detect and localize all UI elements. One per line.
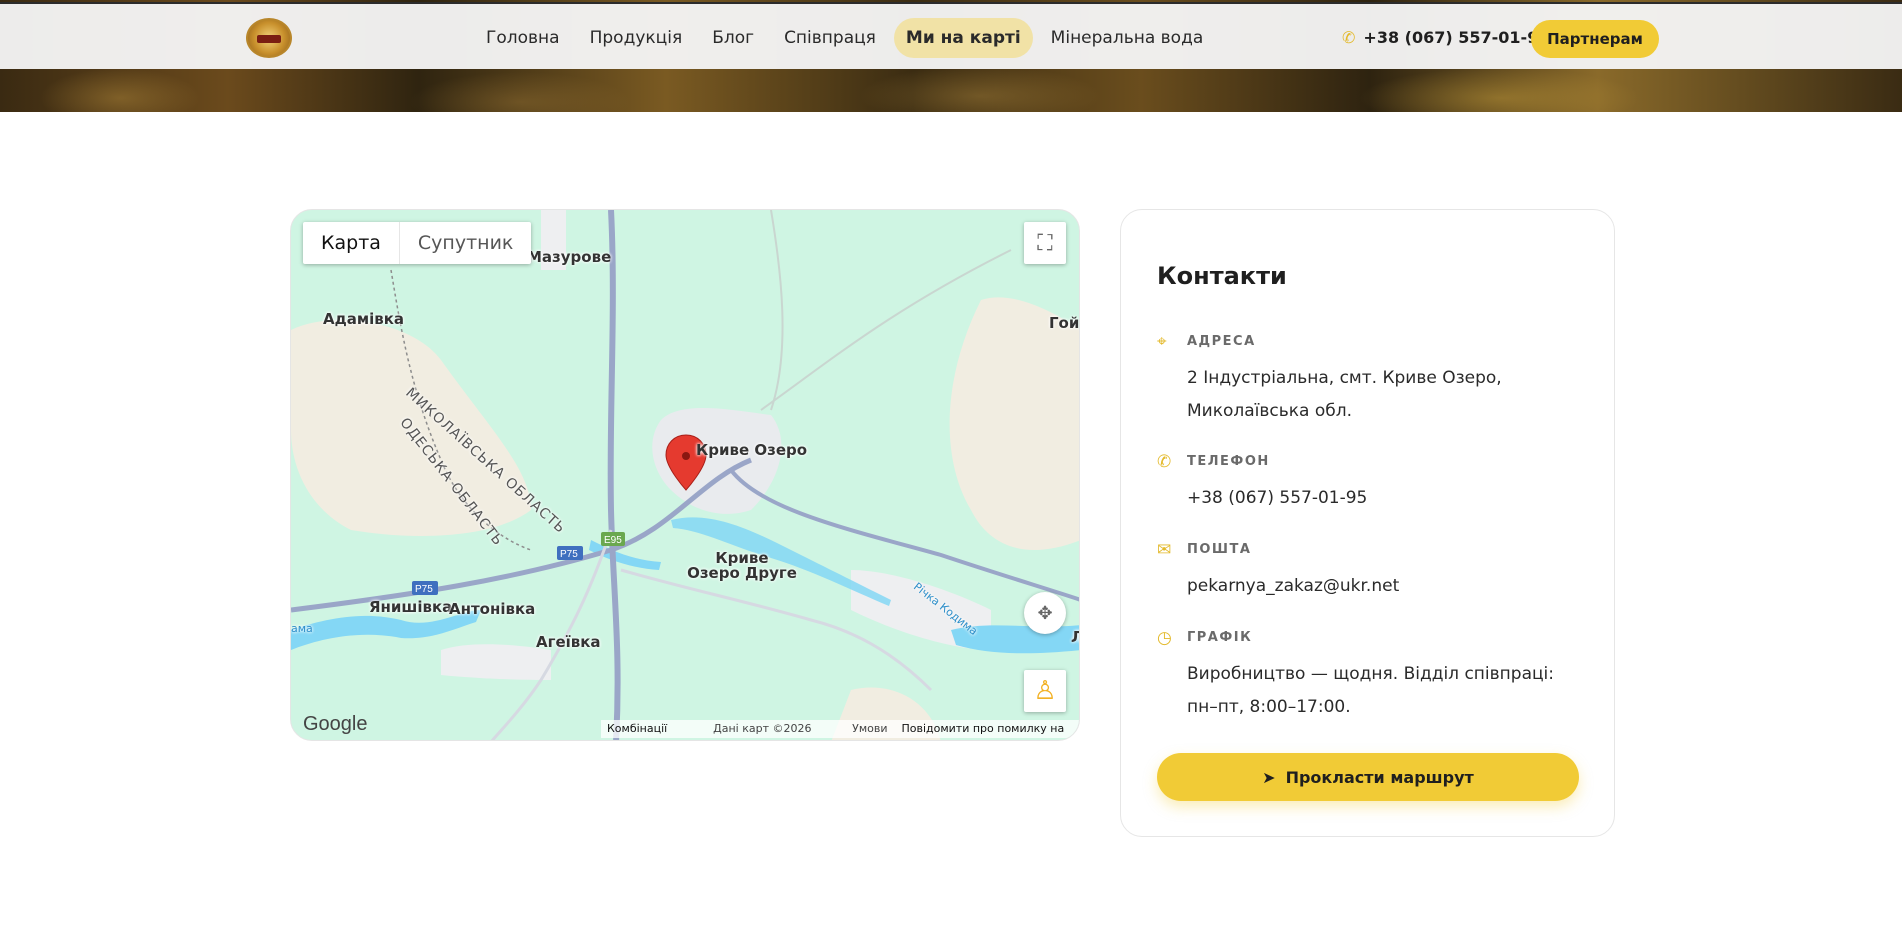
map-label-mazurove: Мазурове bbox=[527, 248, 612, 266]
header-phone-number: +38 (067) 557-01-95 bbox=[1363, 28, 1550, 47]
build-route-button[interactable]: ➤ Прокласти маршрут bbox=[1157, 753, 1579, 801]
map-data-text: Дані карт ©2026 Google bbox=[713, 722, 812, 735]
phone-icon: ✆ bbox=[1342, 28, 1356, 47]
map-label-l: Л bbox=[1071, 628, 1079, 646]
nav-home[interactable]: Головна bbox=[474, 18, 572, 58]
map-type-satellite-button[interactable]: Супутник bbox=[398, 222, 532, 264]
location-pin-icon: ⌖ bbox=[1157, 332, 1167, 352]
navigation-arrow-icon: ➤ bbox=[1262, 767, 1276, 787]
map-canvas: E95 P75 P75 bbox=[291, 210, 1079, 740]
logo[interactable] bbox=[246, 18, 292, 58]
map-label-yanyshivka: Янишівка bbox=[369, 598, 453, 616]
map-label-kryve-ozero-druhe: Криве Озеро Друге bbox=[687, 549, 797, 582]
map-label-kryve-ozero: Криве Озеро bbox=[696, 441, 808, 459]
main-nav: Головна Продукція Блог Співпраця Ми на к… bbox=[474, 18, 1215, 58]
fullscreen-button[interactable]: ⛶ bbox=[1024, 222, 1066, 264]
clock-icon: ◷ bbox=[1157, 628, 1172, 648]
site-header: Головна Продукція Блог Співпраця Ми на к… bbox=[0, 2, 1902, 69]
map-label-aheivka: Агеївка bbox=[536, 633, 601, 651]
map-type-control: Карта Супутник bbox=[303, 222, 532, 264]
map-label-adamivka: Адамівка bbox=[323, 310, 405, 328]
terms-link[interactable]: Умови bbox=[852, 720, 887, 738]
street-view-pegman[interactable]: ♙ bbox=[1024, 670, 1066, 712]
map-label-antonivka: Антонівка bbox=[449, 600, 536, 618]
nav-mineral-water[interactable]: Мінеральна вода bbox=[1039, 18, 1216, 58]
schedule-title: ГРАФІК bbox=[1187, 630, 1253, 645]
contacts-title: Контакти bbox=[1157, 262, 1287, 290]
header-phone[interactable]: ✆ +38 (067) 557-01-95 bbox=[1342, 28, 1549, 47]
nav-cooperation[interactable]: Співпраця bbox=[772, 18, 888, 58]
map-attribution: Комбінації клавіш Дані карт ©2026 Google… bbox=[601, 720, 1079, 738]
report-error-link[interactable]: Повідомити про помилку на карт bbox=[901, 720, 1073, 738]
address-value: 2 Індустріальна, смт. Криве Озеро, Микол… bbox=[1187, 368, 1502, 421]
road-p75-b: P75 bbox=[415, 584, 433, 595]
partners-button[interactable]: Партнерам bbox=[1531, 20, 1659, 58]
map-label-goid: Гойд bbox=[1049, 314, 1080, 332]
phone-title: ТЕЛЕФОН bbox=[1187, 454, 1270, 469]
address-title: АДРЕСА bbox=[1187, 334, 1256, 349]
map-label-ama: ама bbox=[291, 622, 313, 635]
road-p75-a: P75 bbox=[560, 549, 578, 560]
contacts-card: Контакти ⌖ АДРЕСА 2 Індустріальна, смт. … bbox=[1120, 209, 1615, 837]
pegman-icon: ♙ bbox=[1033, 676, 1057, 706]
google-map[interactable]: E95 P75 P75 Мазурове Адамівка Гойд МИКОЛ… bbox=[290, 209, 1080, 741]
nav-map[interactable]: Ми на карті bbox=[893, 18, 1033, 58]
schedule-value: Виробництво — щодня. Відділ співпраці: п… bbox=[1187, 664, 1555, 717]
build-route-label: Прокласти маршрут bbox=[1285, 767, 1474, 787]
fullscreen-icon: ⛶ bbox=[1037, 230, 1053, 256]
camera-control-button[interactable]: ✥ bbox=[1024, 592, 1066, 634]
phone-icon: ✆ bbox=[1157, 452, 1172, 472]
phone-value[interactable]: +38 (067) 557-01-95 bbox=[1187, 482, 1587, 515]
keyboard-shortcuts-link[interactable]: Комбінації клавіш bbox=[607, 720, 699, 738]
email-value[interactable]: pekarnya_zakaz@ukr.net bbox=[1187, 570, 1587, 603]
email-title: ПОШТА bbox=[1187, 542, 1252, 557]
road-e95: E95 bbox=[604, 535, 622, 546]
google-logo: Google bbox=[303, 713, 368, 735]
move-arrows-icon: ✥ bbox=[1037, 602, 1053, 624]
nav-products[interactable]: Продукція bbox=[578, 18, 695, 58]
nav-blog[interactable]: Блог bbox=[700, 18, 766, 58]
map-type-map-button[interactable]: Карта bbox=[303, 222, 399, 264]
mail-icon: ✉ bbox=[1157, 540, 1172, 560]
